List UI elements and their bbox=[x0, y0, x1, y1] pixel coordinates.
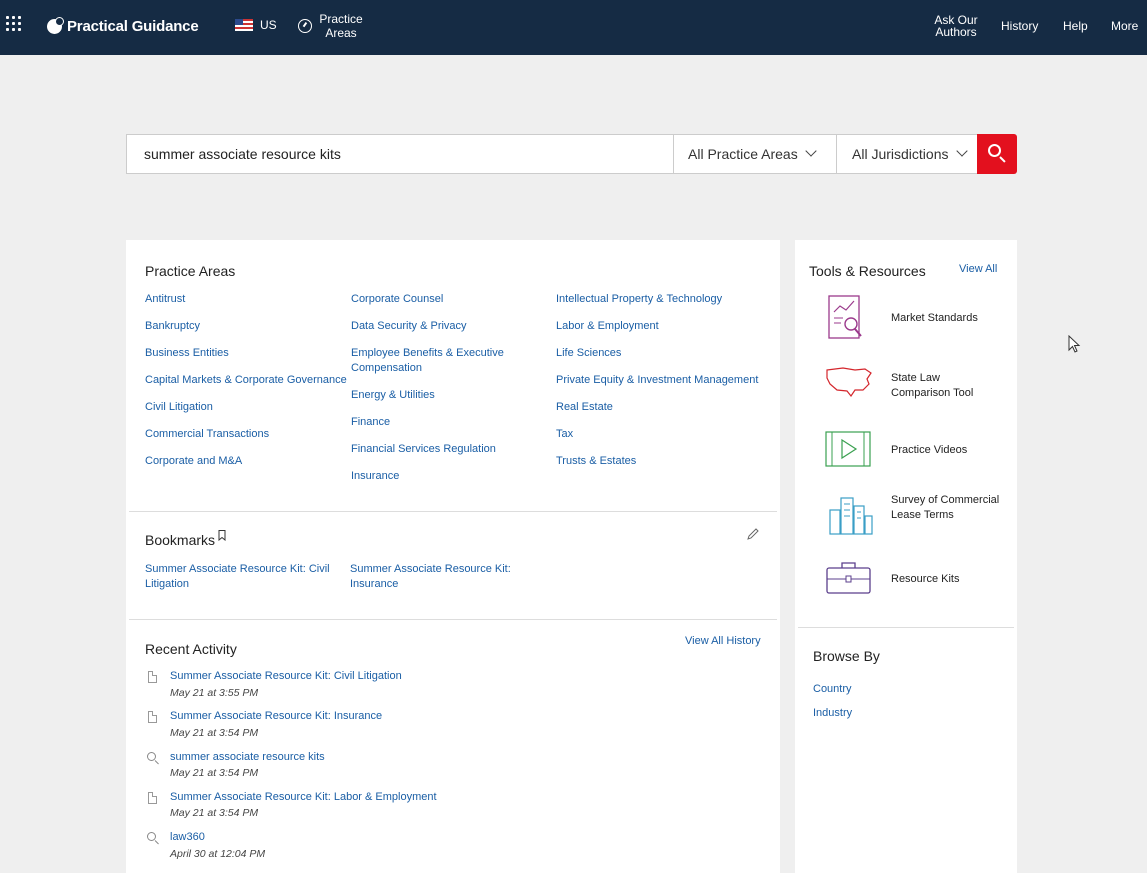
chevron-down-icon bbox=[956, 145, 968, 157]
practice-area-link[interactable]: Private Equity & Investment Management bbox=[556, 373, 758, 388]
bookmarks-title: Bookmarks bbox=[145, 532, 216, 548]
tool-label[interactable]: Market Standards bbox=[891, 311, 978, 326]
recent-activity-link[interactable]: summer associate resource kits bbox=[170, 750, 325, 765]
main-panel: Practice Areas Antitrust Bankruptcy Busi… bbox=[126, 240, 780, 873]
practice-area-link[interactable]: Trusts & Estates bbox=[556, 454, 636, 469]
recent-activity-link[interactable]: Summer Associate Resource Kit: Civil Lit… bbox=[170, 669, 402, 684]
search-bar: summer associate resource kits All Pract… bbox=[126, 134, 1017, 174]
recent-activity-link[interactable]: law360 bbox=[170, 830, 205, 845]
jurisdiction-dropdown[interactable]: All Jurisdictions bbox=[836, 134, 979, 174]
briefcase-icon[interactable] bbox=[825, 560, 873, 596]
practice-area-link[interactable]: Financial Services Regulation bbox=[351, 442, 496, 457]
chevron-down-icon bbox=[805, 145, 817, 157]
document-icon bbox=[148, 792, 157, 804]
document-icon bbox=[148, 711, 157, 723]
tools-view-all-link[interactable]: View All bbox=[959, 262, 997, 277]
recent-activity-date: April 30 at 12:04 PM bbox=[170, 848, 266, 860]
practice-area-link[interactable]: Tax bbox=[556, 427, 573, 442]
recent-activity-date: May 21 at 3:54 PM bbox=[170, 807, 259, 819]
practice-area-link[interactable]: Corporate Counsel bbox=[351, 292, 443, 307]
divider bbox=[129, 619, 777, 620]
divider bbox=[798, 627, 1014, 628]
practice-area-link[interactable]: Insurance bbox=[351, 469, 399, 484]
practice-area-link[interactable]: Energy & Utilities bbox=[351, 388, 435, 403]
us-map-icon[interactable] bbox=[825, 364, 873, 400]
top-navigation-bar: Practical Guidance US Practice Areas Ask… bbox=[0, 0, 1147, 55]
search-history-icon bbox=[147, 832, 156, 841]
jurisdiction-dropdown-label: All Jurisdictions bbox=[852, 146, 949, 162]
recent-activity-link[interactable]: Summer Associate Resource Kit: Labor & E… bbox=[170, 790, 437, 805]
search-button[interactable] bbox=[977, 134, 1017, 174]
practice-area-dropdown-label: All Practice Areas bbox=[688, 146, 798, 162]
search-input[interactable]: summer associate resource kits bbox=[126, 134, 691, 174]
practice-area-link[interactable]: Life Sciences bbox=[556, 346, 621, 361]
browse-country-link[interactable]: Country bbox=[813, 682, 852, 697]
recent-activity-link[interactable]: Summer Associate Resource Kit: Insurance bbox=[170, 709, 382, 724]
tool-label[interactable]: Resource Kits bbox=[891, 572, 959, 587]
buildings-icon[interactable] bbox=[828, 494, 874, 536]
recent-activity-date: May 21 at 3:54 PM bbox=[170, 727, 259, 739]
nav-history[interactable]: History bbox=[1001, 20, 1038, 32]
divider bbox=[129, 511, 777, 512]
practice-area-link[interactable]: Data Security & Privacy bbox=[351, 319, 467, 334]
document-icon bbox=[148, 671, 157, 683]
recent-activity-title: Recent Activity bbox=[145, 641, 237, 657]
tool-label[interactable]: Practice Videos bbox=[891, 443, 967, 458]
bookmark-link[interactable]: Summer Associate Resource Kit: Insurance bbox=[350, 562, 520, 592]
nav-help[interactable]: Help bbox=[1063, 20, 1088, 32]
edit-pencil-icon[interactable] bbox=[746, 527, 760, 541]
practice-area-link[interactable]: Antitrust bbox=[145, 292, 185, 307]
tools-resources-title: Tools & Resources bbox=[809, 263, 926, 279]
practice-area-link[interactable]: Labor & Employment bbox=[556, 319, 659, 334]
nav-ask-our-authors[interactable]: Ask Our Authors bbox=[933, 14, 979, 38]
video-icon[interactable] bbox=[825, 431, 873, 469]
bookmark-link[interactable]: Summer Associate Resource Kit: Civil Lit… bbox=[145, 562, 330, 592]
practice-area-link[interactable]: Capital Markets & Corporate Governance bbox=[145, 373, 347, 388]
recent-activity-date: May 21 at 3:54 PM bbox=[170, 767, 259, 779]
search-icon bbox=[988, 144, 1001, 157]
mouse-cursor-icon bbox=[1068, 335, 1081, 353]
view-all-history-link[interactable]: View All History bbox=[685, 634, 761, 649]
nav-more[interactable]: More bbox=[1111, 20, 1138, 32]
practice-area-link[interactable]: Intellectual Property & Technology bbox=[556, 292, 722, 307]
practice-area-link[interactable]: Employee Benefits & Executive Compensati… bbox=[351, 346, 526, 376]
recent-activity-date: May 21 at 3:55 PM bbox=[170, 687, 259, 699]
bookmark-icon bbox=[218, 530, 226, 541]
practice-area-link[interactable]: Finance bbox=[351, 415, 390, 430]
practice-area-link[interactable]: Real Estate bbox=[556, 400, 613, 415]
practice-area-link[interactable]: Bankruptcy bbox=[145, 319, 200, 334]
practice-area-link[interactable]: Civil Litigation bbox=[145, 400, 213, 415]
practice-area-link[interactable]: Business Entities bbox=[145, 346, 229, 361]
browse-industry-link[interactable]: Industry bbox=[813, 706, 852, 721]
practice-area-dropdown[interactable]: All Practice Areas bbox=[673, 134, 837, 174]
browse-by-title: Browse By bbox=[813, 648, 880, 664]
tools-panel: Tools & Resources View All Market Standa… bbox=[795, 240, 1017, 873]
tool-label[interactable]: State Law Comparison Tool bbox=[891, 371, 1001, 401]
practice-area-link[interactable]: Corporate and M&A bbox=[145, 454, 242, 469]
practice-areas-title: Practice Areas bbox=[145, 263, 236, 279]
search-history-icon bbox=[147, 752, 156, 761]
tool-label[interactable]: Survey of Commercial Lease Terms bbox=[891, 493, 1001, 523]
practice-area-link[interactable]: Commercial Transactions bbox=[145, 427, 269, 442]
market-standards-icon[interactable] bbox=[827, 294, 865, 342]
